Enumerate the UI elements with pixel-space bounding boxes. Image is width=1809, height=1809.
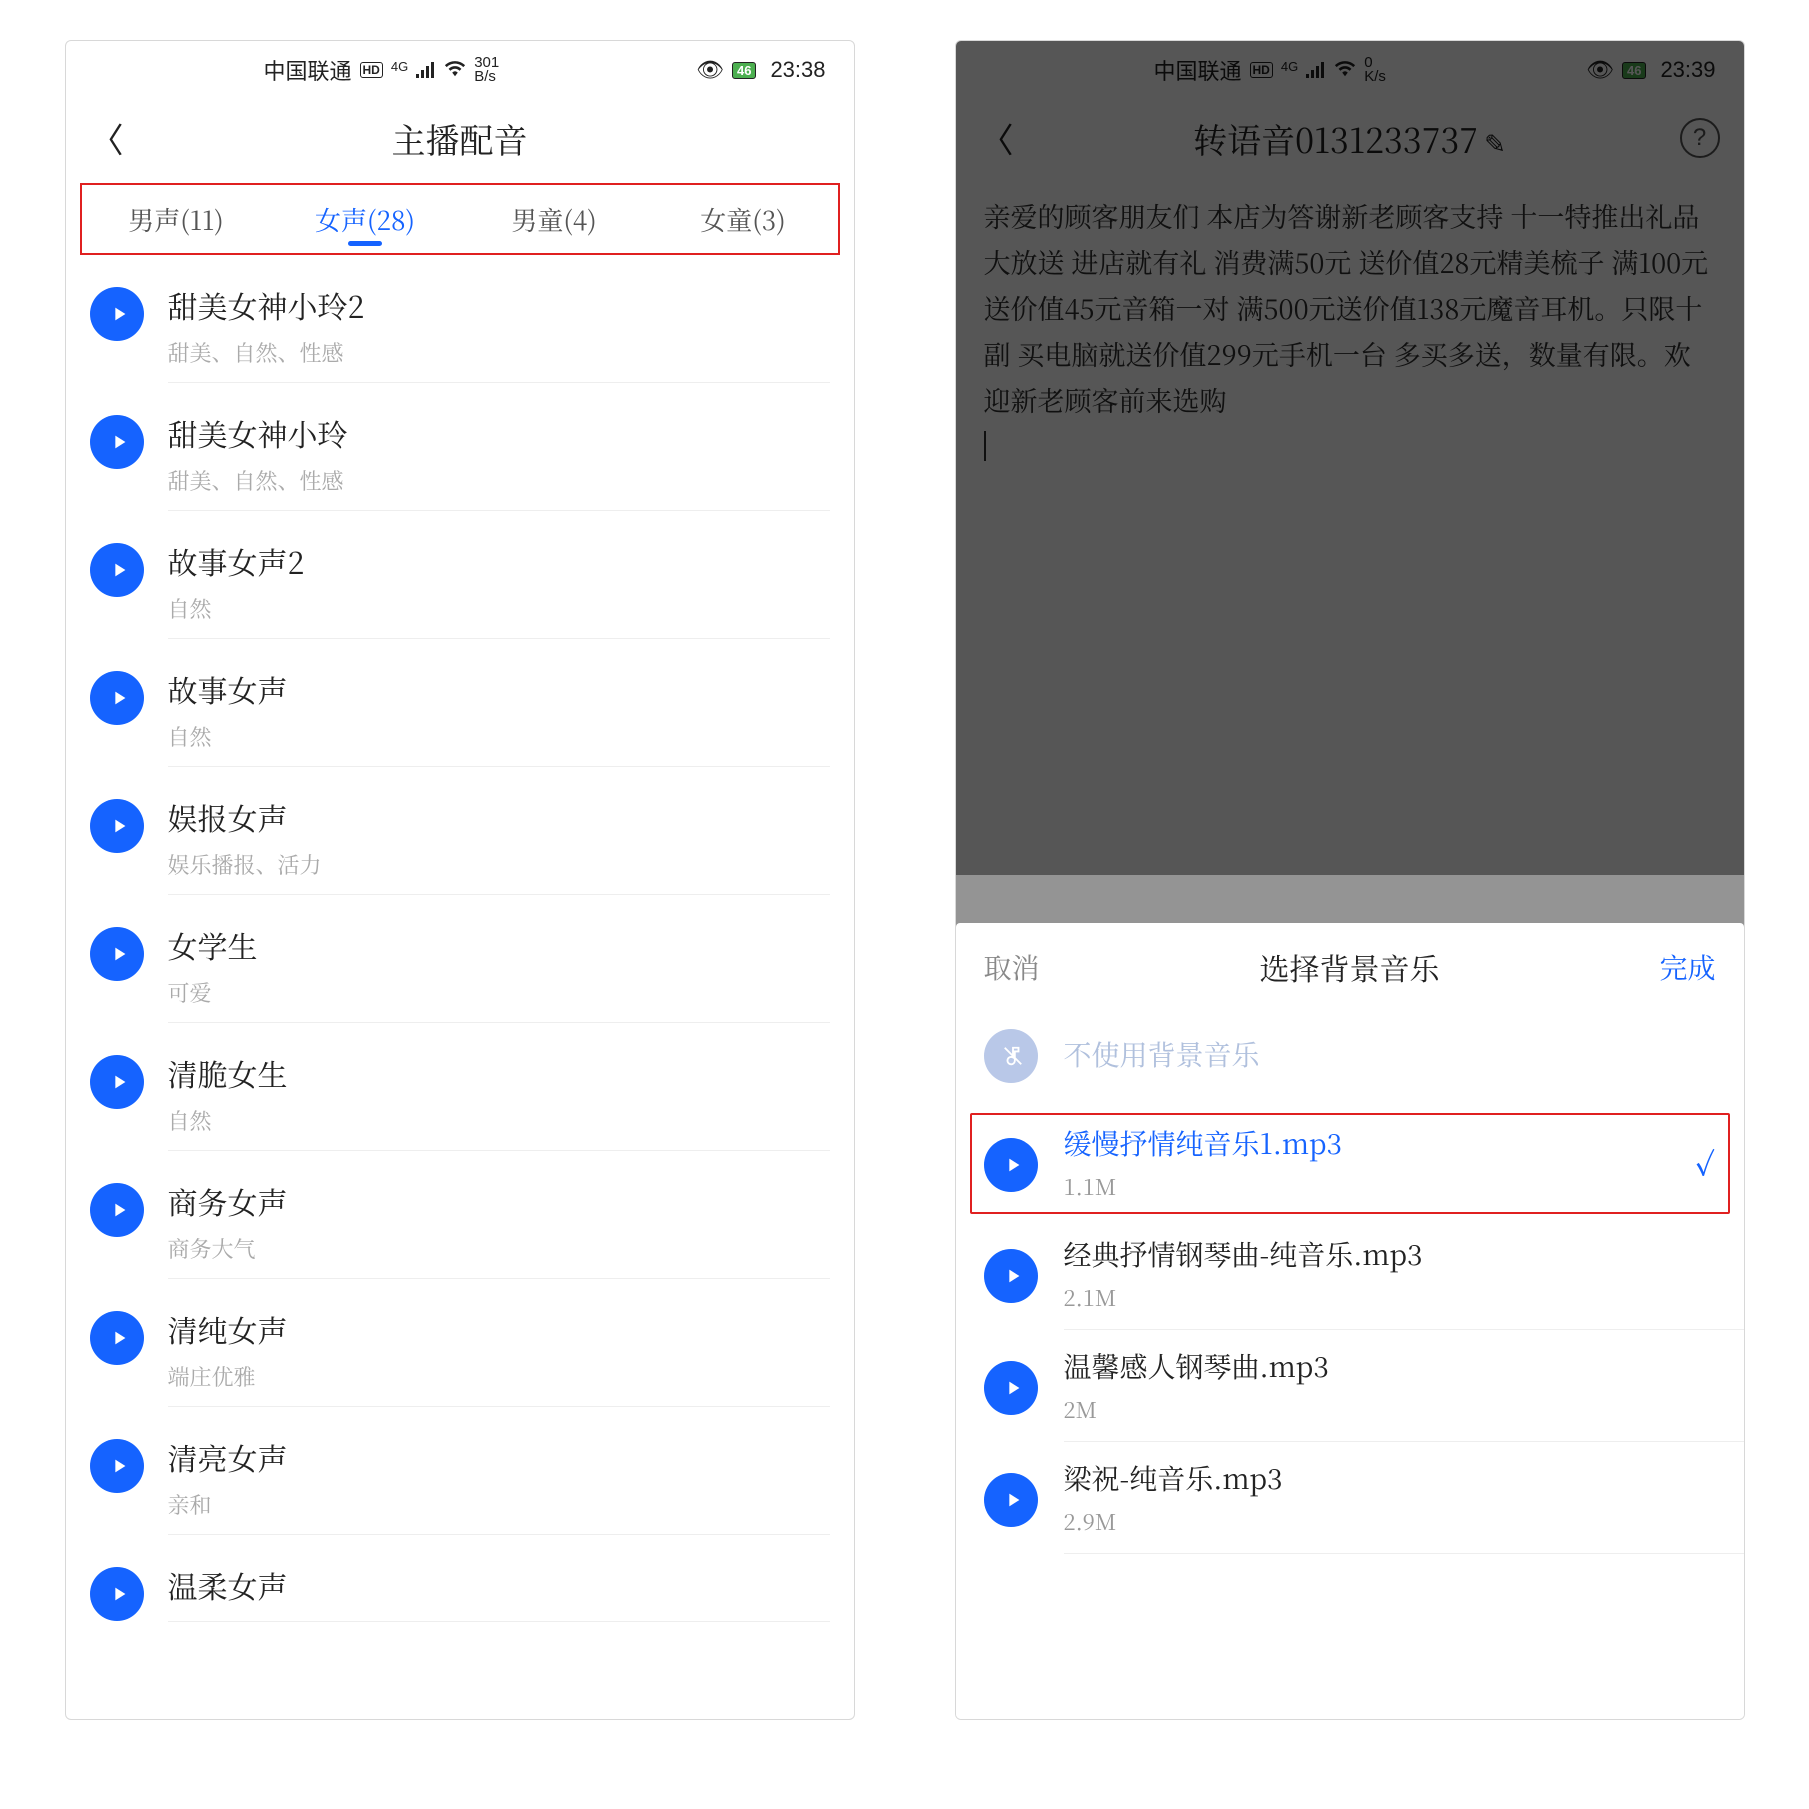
bgm-size: 2.9M (1064, 1506, 1716, 1537)
voice-name: 清脆女生 (168, 1051, 830, 1095)
option-no-bgm[interactable]: 不使用背景音乐 (956, 999, 1744, 1109)
voice-name: 甜美女神小玲 (168, 411, 830, 455)
clock: 23:38 (770, 57, 825, 83)
battery-badge: 46 (732, 62, 756, 79)
eye-icon: 👁 (696, 57, 724, 83)
voice-row[interactable]: 温柔女声 (66, 1549, 854, 1636)
play-icon[interactable] (90, 927, 144, 981)
voice-name: 温柔女声 (168, 1563, 830, 1607)
voice-tags: 商务大气 (168, 1233, 830, 1264)
voice-tags: 娱乐播报、活力 (168, 849, 830, 880)
wifi-icon (444, 57, 466, 83)
play-icon[interactable] (90, 1311, 144, 1365)
bgm-name: 温馨感人钢琴曲.mp3 (1064, 1346, 1716, 1386)
modal-overlay-full[interactable] (956, 41, 1744, 875)
signal-icon (416, 62, 436, 78)
play-icon[interactable] (90, 543, 144, 597)
voice-name: 故事女声 (168, 667, 830, 711)
voice-row[interactable]: 清脆女生自然 (66, 1037, 854, 1165)
page-title: 主播配音 (392, 114, 528, 163)
play-icon[interactable] (90, 287, 144, 341)
voice-tags: 自然 (168, 1105, 830, 1136)
page-header: 〈 主播配音 (66, 99, 854, 177)
bgm-item[interactable]: 梁祝-纯音乐.mp3 2.9M (956, 1442, 1744, 1553)
tab-female[interactable]: 女声(28) (271, 201, 460, 238)
voice-row[interactable]: 清纯女声端庄优雅 (66, 1293, 854, 1421)
voice-tags: 甜美、自然、性感 (168, 337, 830, 368)
cancel-button[interactable]: 取消 (984, 947, 1040, 987)
bgm-size: 2.1M (1064, 1282, 1716, 1313)
voice-row[interactable]: 甜美女神小玲甜美、自然、性感 (66, 397, 854, 525)
voice-name: 故事女声2 (168, 539, 830, 583)
bgm-picker-sheet: 取消 选择背景音乐 完成 不使用背景音乐 缓慢抒情纯音乐1.mp3 1.1M ✓ (956, 923, 1744, 1719)
play-icon[interactable] (90, 671, 144, 725)
play-icon[interactable] (984, 1249, 1038, 1303)
data-rate: 301B/s (474, 56, 499, 84)
status-bar: 中国联通 HD 4G 301B/s 👁 46 23:38 (66, 41, 854, 99)
back-button[interactable]: 〈 (90, 114, 124, 163)
voice-tags: 甜美、自然、性感 (168, 465, 830, 496)
bgm-name: 缓慢抒情纯音乐1.mp3 (1064, 1123, 1695, 1163)
bgm-size: 1.1M (1064, 1171, 1695, 1202)
play-icon[interactable] (984, 1138, 1038, 1192)
bgm-name: 梁祝-纯音乐.mp3 (1064, 1458, 1716, 1498)
no-bgm-label: 不使用背景音乐 (1064, 1034, 1260, 1074)
network-4g: 4G (391, 59, 408, 74)
play-icon[interactable] (90, 415, 144, 469)
bgm-item[interactable]: 温馨感人钢琴曲.mp3 2M (956, 1330, 1744, 1441)
voice-name: 女学生 (168, 923, 830, 967)
voice-row[interactable]: 女学生可爱 (66, 909, 854, 1037)
tab-boy[interactable]: 男童(4) (460, 201, 649, 238)
sheet-title: 选择背景音乐 (1260, 945, 1440, 989)
voice-name: 清纯女声 (168, 1307, 830, 1351)
play-icon[interactable] (90, 1439, 144, 1493)
voice-name: 甜美女神小玲2 (168, 283, 830, 327)
bgm-size: 2M (1064, 1394, 1716, 1425)
tab-girl[interactable]: 女童(3) (649, 201, 838, 238)
play-icon[interactable] (984, 1361, 1038, 1415)
voice-name: 娱报女声 (168, 795, 830, 839)
voice-tags: 端庄优雅 (168, 1361, 830, 1392)
voice-name: 商务女声 (168, 1179, 830, 1223)
voice-tags: 自然 (168, 593, 830, 624)
voice-tags: 自然 (168, 721, 830, 752)
no-music-icon (984, 1029, 1038, 1083)
play-icon[interactable] (90, 1567, 144, 1621)
voice-name: 清亮女声 (168, 1435, 830, 1479)
voice-row[interactable]: 甜美女神小玲2 甜美、自然、性感 (66, 269, 854, 397)
carrier-label: 中国联通 (264, 54, 352, 86)
voice-row[interactable]: 商务女声商务大气 (66, 1165, 854, 1293)
phone-bgm-select: 中国联通 HD 4G 0K/s 👁 46 23:39 〈 转语音01312337… (955, 40, 1745, 1720)
voice-tags: 可爱 (168, 977, 830, 1008)
voice-row[interactable]: 清亮女声亲和 (66, 1421, 854, 1549)
play-icon[interactable] (90, 1055, 144, 1109)
play-icon[interactable] (90, 1183, 144, 1237)
play-icon[interactable] (90, 799, 144, 853)
voice-list: 甜美女神小玲2甜美、自然、性感甜美女神小玲甜美、自然、性感故事女声2自然故事女声… (66, 269, 854, 1636)
tab-male[interactable]: 男声(11) (82, 201, 271, 238)
bgm-name: 经典抒情钢琴曲-纯音乐.mp3 (1064, 1234, 1716, 1274)
check-icon: ✓ (1695, 1141, 1716, 1185)
phone-voice-select: 中国联通 HD 4G 301B/s 👁 46 23:38 〈 主播配音 男声(1… (65, 40, 855, 1720)
voice-tags: 亲和 (168, 1489, 830, 1520)
voice-row[interactable]: 故事女声2 自然 (66, 525, 854, 653)
hd-badge: HD (360, 62, 383, 78)
voice-category-tabs: 男声(11) 女声(28) 男童(4) 女童(3) (80, 183, 840, 255)
bgm-item[interactable]: 缓慢抒情纯音乐1.mp3 1.1M ✓ (984, 1123, 1716, 1202)
bgm-item[interactable]: 经典抒情钢琴曲-纯音乐.mp3 2.1M (956, 1218, 1744, 1329)
play-icon[interactable] (984, 1473, 1038, 1527)
selected-bgm-highlight: 缓慢抒情纯音乐1.mp3 1.1M ✓ (970, 1113, 1730, 1214)
voice-row[interactable]: 娱报女声娱乐播报、活力 (66, 781, 854, 909)
done-button[interactable]: 完成 (1659, 947, 1715, 987)
voice-row[interactable]: 故事女声自然 (66, 653, 854, 781)
